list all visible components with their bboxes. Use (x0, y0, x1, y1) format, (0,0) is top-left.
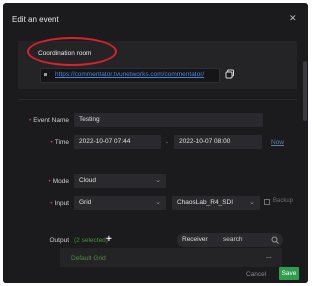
coordination-link[interactable]: https://commentator.tvunetworks.com/comm… (55, 71, 204, 78)
input-type-value: Grid (79, 199, 92, 206)
input-label: • Input (50, 200, 69, 207)
mode-value: Cloud (79, 177, 96, 184)
close-icon[interactable]: ✕ (289, 13, 297, 24)
mode-label: • Mode (48, 178, 69, 185)
input-type-select[interactable]: Grid ⌄ (74, 196, 166, 210)
output-selected-count: (2 selected) (74, 237, 108, 244)
save-button[interactable]: Save (279, 267, 299, 280)
now-link[interactable]: Now (271, 139, 284, 146)
add-output-icon[interactable]: + (106, 234, 112, 245)
chevron-down-icon: ⌄ (249, 199, 255, 206)
link-bullet-icon (44, 73, 47, 76)
backup-checkbox[interactable] (264, 199, 270, 205)
search-icon[interactable] (271, 236, 279, 244)
time-label: • Time (50, 139, 69, 146)
end-time-input[interactable]: 2022-10-07 08:00 (174, 135, 262, 149)
event-name-label: • Event Name (28, 117, 69, 124)
receiver-filter-value: Receiver (182, 236, 208, 243)
more-options-icon[interactable]: ... (266, 253, 272, 260)
backup-label: Backup (273, 198, 294, 204)
scrollbar-thumb[interactable] (303, 61, 307, 121)
list-item[interactable]: Default Grid (71, 255, 106, 262)
edit-event-dialog: Edit an event ✕ Coordination room https:… (3, 3, 308, 283)
event-name-input[interactable]: Testing (74, 113, 263, 127)
dialog-title: Edit an event (12, 15, 59, 24)
input-source-value: ChaosLab_R4_SDI (177, 199, 234, 206)
time-separator: - (166, 139, 169, 146)
input-source-select[interactable]: ChaosLab_R4_SDI ⌄ (172, 196, 260, 210)
mode-select[interactable]: Cloud ⌄ (74, 174, 166, 188)
output-label: Output (49, 237, 69, 244)
chevron-down-icon: ⌄ (155, 199, 161, 206)
highlight-ellipse (27, 37, 117, 66)
section-divider (18, 99, 297, 100)
start-time-input[interactable]: 2022-10-07 07:44 (74, 135, 161, 149)
cancel-button[interactable]: Cancel (246, 271, 266, 278)
chevron-down-icon: ⌄ (155, 177, 161, 184)
copy-icon[interactable] (225, 69, 235, 79)
